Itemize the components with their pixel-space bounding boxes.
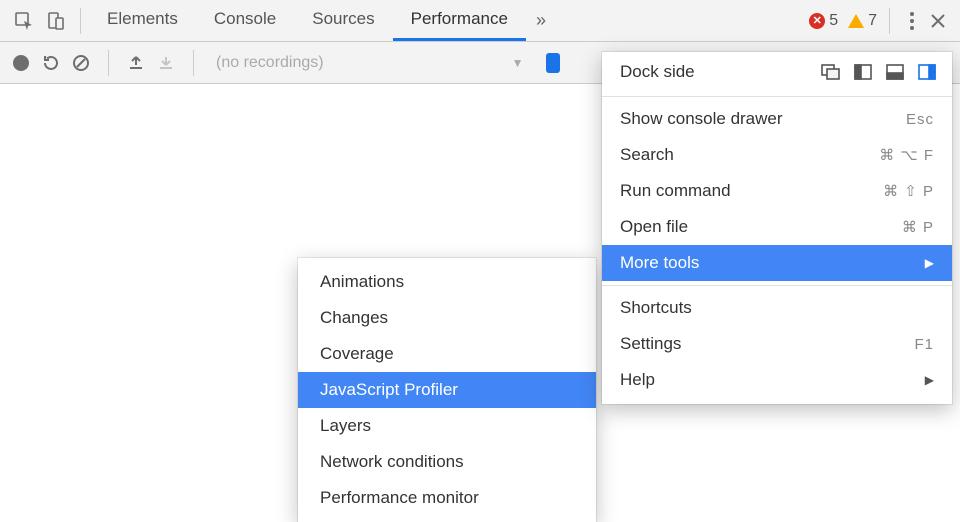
more-tools-submenu: Animations Changes Coverage JavaScript P…: [298, 258, 596, 522]
save-profile-icon: [155, 52, 177, 74]
menu-label: Open file: [620, 217, 688, 237]
separator: [193, 50, 194, 76]
main-menu-icon[interactable]: [902, 12, 922, 30]
tab-performance[interactable]: Performance: [393, 0, 526, 41]
menu-label: Shortcuts: [620, 298, 692, 318]
separator: [602, 96, 952, 97]
tab-elements[interactable]: Elements: [89, 0, 196, 41]
menu-run-command[interactable]: Run command ⌘ ⇧ P: [602, 173, 952, 209]
devtools-top-toolbar: Elements Console Sources Performance » ✕…: [0, 0, 960, 42]
dock-bottom-icon[interactable]: [884, 63, 906, 81]
screenshot-toggle[interactable]: [546, 53, 560, 73]
dropdown-caret-icon[interactable]: ▼: [512, 56, 524, 70]
menu-open-file[interactable]: Open file ⌘ P: [602, 209, 952, 245]
submenu-arrow-icon: ▶: [925, 256, 934, 270]
submenu-arrow-icon: ▶: [925, 373, 934, 387]
separator: [108, 50, 109, 76]
menu-label: Run command: [620, 181, 731, 201]
device-toolbar-icon[interactable]: [44, 9, 68, 33]
menu-show-console-drawer[interactable]: Show console drawer Esc: [602, 101, 952, 137]
dock-side-row: Dock side: [602, 52, 952, 92]
panel-tabs: Elements Console Sources Performance: [89, 0, 526, 41]
inspect-element-icon[interactable]: [12, 9, 36, 33]
dock-side-label: Dock side: [620, 62, 695, 82]
menu-label: Settings: [620, 334, 681, 354]
submenu-animations[interactable]: Animations: [298, 264, 596, 300]
tab-console[interactable]: Console: [196, 0, 294, 41]
close-devtools-icon[interactable]: [924, 13, 952, 29]
separator: [602, 285, 952, 286]
menu-label: Help: [620, 370, 655, 390]
record-button[interactable]: [10, 52, 32, 74]
menu-shortcut: Esc: [906, 111, 934, 128]
menu-more-tools[interactable]: More tools ▶: [602, 245, 952, 281]
submenu-network-conditions[interactable]: Network conditions: [298, 444, 596, 480]
main-menu: Dock side Show console drawer Esc Search…: [602, 52, 952, 404]
menu-shortcut: ⌘ P: [902, 218, 934, 236]
menu-search[interactable]: Search ⌘ ⌥ F: [602, 137, 952, 173]
warning-icon[interactable]: [848, 14, 864, 28]
menu-label: Search: [620, 145, 674, 165]
menu-shortcuts[interactable]: Shortcuts: [602, 290, 952, 326]
submenu-changes[interactable]: Changes: [298, 300, 596, 336]
error-icon[interactable]: ✕: [809, 13, 825, 29]
load-profile-icon[interactable]: [125, 52, 147, 74]
separator: [80, 8, 81, 34]
tabs-overflow-icon[interactable]: »: [526, 10, 556, 31]
menu-shortcut: ⌘ ⌥ F: [879, 146, 934, 164]
warning-count[interactable]: 7: [868, 12, 877, 30]
undock-icon[interactable]: [820, 63, 842, 81]
separator: [889, 8, 890, 34]
menu-shortcut: ⌘ ⇧ P: [883, 182, 934, 200]
submenu-javascript-profiler[interactable]: JavaScript Profiler: [298, 372, 596, 408]
menu-label: More tools: [620, 253, 699, 273]
dock-right-icon[interactable]: [916, 63, 938, 81]
clear-icon[interactable]: [70, 52, 92, 74]
dock-left-icon[interactable]: [852, 63, 874, 81]
menu-label: Show console drawer: [620, 109, 783, 129]
menu-shortcut: F1: [914, 336, 934, 353]
submenu-performance-monitor[interactable]: Performance monitor: [298, 480, 596, 516]
tab-sources[interactable]: Sources: [294, 0, 392, 41]
recordings-dropdown[interactable]: (no recordings): [216, 54, 324, 72]
menu-help[interactable]: Help ▶: [602, 362, 952, 398]
menu-settings[interactable]: Settings F1: [602, 326, 952, 362]
submenu-coverage[interactable]: Coverage: [298, 336, 596, 372]
status-area: ✕ 5 7: [809, 8, 952, 34]
reload-record-icon[interactable]: [40, 52, 62, 74]
submenu-layers[interactable]: Layers: [298, 408, 596, 444]
error-count[interactable]: 5: [829, 12, 838, 30]
